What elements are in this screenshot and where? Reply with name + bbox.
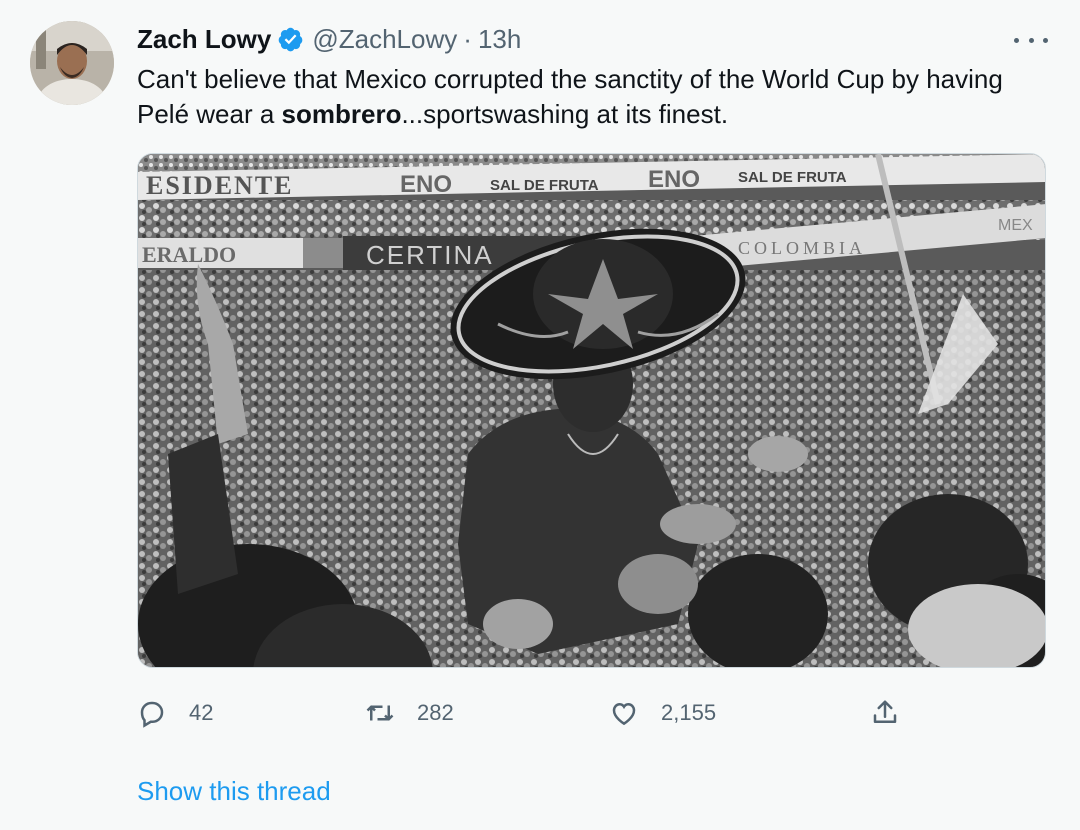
like-button[interactable]: 2,155 (609, 693, 716, 733)
tweet-text-bold: sombrero (281, 99, 402, 129)
reply-button[interactable]: 42 (137, 693, 213, 733)
tweet-header: Zach Lowy @ZachLowy · 13h (137, 22, 521, 56)
like-count: 2,155 (661, 700, 717, 725)
tweet-text-part: ...sportswashing at its finest. (401, 99, 729, 129)
like-icon (612, 702, 636, 726)
reply-count: 42 (189, 700, 214, 725)
photo-banner-text: SAL DE FRUTA (738, 169, 847, 186)
verified-badge-icon (277, 26, 304, 53)
timestamp[interactable]: 13h (478, 24, 521, 55)
show-thread-link[interactable]: Show this thread (137, 776, 331, 807)
share-icon (873, 700, 897, 723)
avatar-image (30, 21, 114, 105)
separator: · (463, 23, 472, 54)
tweet-text: Can't believe that Mexico corrupted the … (137, 62, 1037, 132)
photo-banner-text: CERTINA (366, 240, 494, 270)
more-options-icon[interactable] (1014, 26, 1048, 54)
tweet-actions: 42 282 2,155 (137, 693, 917, 733)
reply-icon (140, 701, 164, 728)
tweet-card[interactable]: Zach Lowy @ZachLowy · 13h Can't believe … (0, 0, 1080, 830)
author-handle[interactable]: @ZachLowy (312, 24, 457, 55)
retweet-count: 282 (417, 700, 454, 725)
tweet-photo[interactable]: ESIDENTE ENO SAL DE FRUTA ENO SAL DE FRU… (137, 153, 1046, 668)
share-button[interactable] (870, 693, 900, 733)
photo-banner-text: MEX (998, 217, 1033, 234)
avatar[interactable] (30, 21, 114, 105)
retweet-icon (366, 705, 394, 721)
retweet-button[interactable]: 282 (365, 693, 454, 733)
photo-banner-text: SAL DE FRUTA (490, 177, 599, 194)
author-name[interactable]: Zach Lowy (137, 24, 271, 55)
photo-banner-text: ENO (648, 166, 700, 193)
photo-banner-text: COLOMBIA (738, 238, 866, 258)
photo-banner-text: ERALDO (142, 242, 236, 267)
photo-banner-text: ESIDENTE (146, 171, 294, 200)
photo-banner-text: ENO (400, 171, 452, 198)
